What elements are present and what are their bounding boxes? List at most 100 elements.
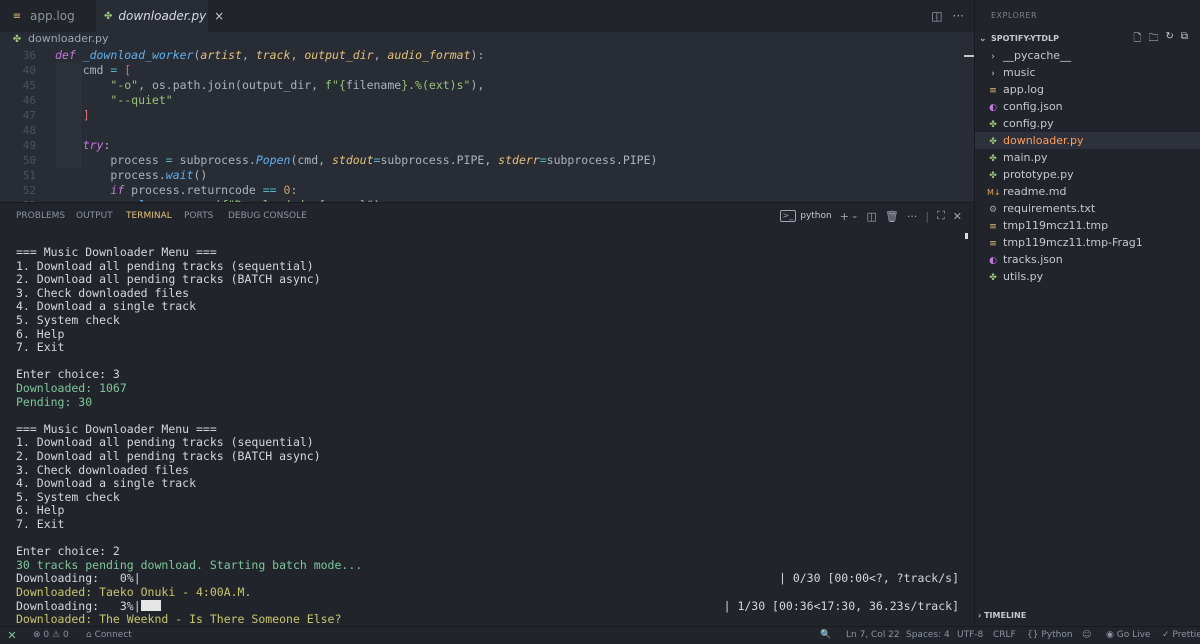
timeline-section[interactable]: › TIMELINE [978,611,1026,620]
error-count: 0 [43,630,50,640]
tab-app-log[interactable]: ≡ app.log [0,0,96,32]
collapse-all-icon[interactable]: ⧉ [1181,31,1188,48]
tree-item-label: config.json [1003,100,1063,113]
terminal-line: Downloading: 3%| [16,599,161,614]
tree-file[interactable]: M↓ readme.md [975,183,1200,200]
tree-file[interactable]: ✤ prototype.py [975,166,1200,183]
tree-file[interactable]: ≡ app.log [975,81,1200,98]
connect-button[interactable]: ⌂ Connect [86,627,132,644]
tab-downloader-py[interactable]: ✤ downloader.py × [96,0,224,32]
new-terminal-icon[interactable]: + [840,210,849,223]
tree-file[interactable]: ≡ tmp119mcz11.tmp-Frag1 [975,234,1200,251]
code-token: : [103,138,111,152]
code-token: _download_worker [82,48,194,62]
code-token: subprocess.PIPE, [380,153,499,167]
code-token: f"{ [325,78,346,92]
trash-icon[interactable]: 🗑 [885,210,899,223]
tree-folder[interactable]: › __pycache__ [975,47,1200,64]
terminal-line: 5. System check [16,490,120,505]
go-live-button[interactable]: ◉ Go Live [1106,627,1150,644]
close-panel-icon[interactable]: ✕ [953,210,962,223]
code-line: 46 "--quiet" [0,93,974,108]
code-token: cmd [55,63,111,77]
zoom-icon[interactable]: 🔍 [820,627,831,644]
terminal-text: Pending: 30 [16,394,93,409]
code-token: () [193,168,208,182]
tree-item-label: __pycache__ [1003,49,1072,62]
editor-actions: ◫ ··· [931,0,964,32]
error-icon: ⊗ [33,630,41,640]
breadcrumb[interactable]: ✤ downloader.py [0,32,974,46]
tree-file[interactable]: ◐ config.json [975,98,1200,115]
project-name: SPOTIFY-YTDLP [991,34,1059,43]
tab-debug-console[interactable]: DEBUG CONSOLE [228,203,307,228]
tab-problems[interactable]: PROBLEMS [16,203,65,228]
tree-file[interactable]: ✤ utils.py [975,268,1200,285]
tree-item-label: tmp119mcz11.tmp [1003,219,1109,232]
breadcrumb-file: downloader.py [28,32,109,45]
language-label: Python [1041,630,1073,640]
tree-file[interactable]: ◐ tracks.json [975,251,1200,268]
remote-icon[interactable]: ✕ [0,627,24,644]
terminal-text: Downloading: 0%| [16,571,141,586]
tree-folder[interactable]: › music [975,64,1200,81]
terminal-text: Enter choice: 3 [16,367,120,382]
tree-file[interactable]: ✤ main.py [975,149,1200,166]
warning-count: 0 [62,630,69,640]
terminal-text: 7. Exit [16,517,65,531]
terminal-output[interactable]: === Music Downloader Menu === 1. Download… [0,228,974,626]
code-token: wait [165,168,194,182]
tab-output[interactable]: OUTPUT [76,203,113,228]
copilot-icon[interactable]: ☺ [1082,627,1091,644]
encoding[interactable]: UTF-8 [957,627,983,644]
tree-file[interactable]: ✤ downloader.py [975,132,1200,149]
tab-label: app.log [30,9,75,23]
code-text: try: [55,138,111,153]
cursor-position[interactable]: Ln 7, Col 22 [846,627,900,644]
prettier-button[interactable]: ✓ Prettier [1162,627,1200,644]
indentation[interactable]: Spaces: 4 [906,627,950,644]
code-line: 36 def _download_worker(artist, track, ou… [0,48,974,63]
broadcast-icon: ◉ [1106,630,1114,640]
terminal-line: Downloaded: 1067 [16,381,127,396]
tree-item-label: downloader.py [1003,134,1084,147]
more-actions-icon[interactable]: ··· [953,9,964,23]
chevron-down-icon[interactable]: ⌄ [851,211,859,221]
terminal-line: 4. Download a single track [16,300,196,314]
tree-item-label: config.py [1003,117,1054,130]
terminal-text: 3. Check downloaded files [16,285,190,300]
code-token: stderr [498,153,540,167]
code-editor[interactable]: 36 def _download_worker(artist, track, ou… [0,46,974,202]
tab-terminal[interactable]: TERMINAL [126,203,172,229]
tab-ports[interactable]: PORTS [184,203,213,228]
maximize-panel-icon[interactable]: ⛶ [937,209,945,223]
code-token: ), [470,78,485,92]
tree-item-label: readme.md [1003,185,1067,198]
tree-file[interactable]: ⚙ requirements.txt [975,200,1200,217]
split-editor-icon[interactable]: ◫ [931,9,942,23]
tree-file[interactable]: ≡ tmp119mcz11.tmp [975,217,1200,234]
code-token: try [82,138,104,152]
line-ending[interactable]: CRLF [993,627,1016,644]
more-actions-icon[interactable]: ··· [907,210,918,223]
split-terminal-icon[interactable]: ◫ [866,210,876,223]
refresh-icon[interactable]: ↻ [1165,31,1173,48]
terminal-line: Downloaded: The Weeknd - Is There Someon… [16,612,341,626]
code-text: "-o", os.path.join(output_dir, f"{filena… [55,78,484,93]
terminal-shell-label[interactable]: python [800,211,831,221]
problems-indicator[interactable]: ⊗ 0 ⚠ 0 [33,627,69,644]
close-icon[interactable]: × [214,9,224,23]
plug-icon: ⌂ [86,630,92,640]
new-file-icon[interactable]: 🗋 [1133,31,1141,48]
scroll-position-marker [964,55,974,57]
terminal-text: 2. Download all pending tracks (BATCH as… [16,272,321,287]
code-token: "--quiet" [110,93,173,107]
new-folder-icon[interactable]: 🗀 [1148,31,1158,48]
code-token: : [290,183,298,197]
code-token: stdout [331,153,374,167]
tree-file[interactable]: ✤ config.py [975,115,1200,132]
language-mode[interactable]: {} Python [1027,627,1073,644]
terminal-scrollbar[interactable] [965,233,968,239]
